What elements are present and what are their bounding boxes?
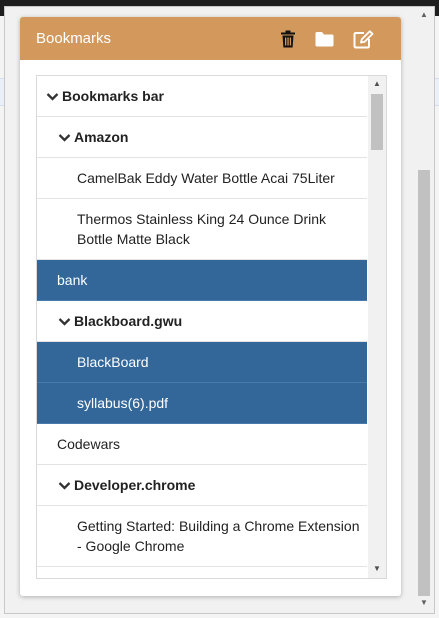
popup-scroll-up-icon[interactable]: ▲ [418, 10, 430, 20]
tree-bookmark-row[interactable]: Getting Started: Building a Chrome Exten… [37, 506, 367, 567]
bookmarks-panel: Bookmarks Bookmarks bar Amazon CamelBak … [20, 17, 401, 596]
chevron-down-icon[interactable] [58, 131, 71, 144]
tree-item-label: Getting Started: Building a Chrome Exten… [77, 518, 360, 554]
chevron-down-icon[interactable] [46, 90, 59, 103]
tree-bookmark-row[interactable]: syllabus(6).pdf [37, 383, 367, 424]
bookmark-list: Bookmarks bar Amazon CamelBak Eddy Water B… [37, 76, 367, 578]
panel-title: Bookmarks [36, 30, 112, 47]
tree-bookmark-row[interactable]: Codewars [37, 424, 367, 465]
tree-bookmark-row[interactable]: BlackBoard [37, 342, 367, 383]
tree-folder-row[interactable]: Amazon [37, 117, 367, 158]
trash-icon [281, 30, 295, 48]
new-folder-button[interactable] [313, 28, 335, 50]
tree-item-label: Bookmarks bar [62, 88, 164, 104]
chevron-down-icon[interactable] [58, 315, 71, 328]
panel-header: Bookmarks [20, 17, 401, 60]
chevron-down-icon[interactable] [58, 479, 71, 492]
popup-scroll-thumb[interactable] [418, 170, 430, 596]
tree-bookmark-row[interactable]: bank [37, 260, 367, 301]
tree-item-label: Developer.chrome [74, 477, 196, 493]
edit-button[interactable] [352, 28, 374, 50]
tree-item-label: BlackBoard [77, 354, 149, 370]
tree-folder-row[interactable]: Bookmarks bar [37, 76, 367, 117]
bookmark-tree: Bookmarks bar Amazon CamelBak Eddy Water B… [36, 75, 387, 579]
tree-scroll-down-icon[interactable]: ▼ [371, 564, 383, 574]
tree-scroll-thumb[interactable] [371, 94, 383, 150]
tree-folder-row[interactable]: Developer.chrome [37, 465, 367, 506]
tree-bookmark-row[interactable]: Thermos Stainless King 24 Ounce Drink Bo… [37, 199, 367, 260]
tree-item-label: bank [57, 272, 88, 288]
tree-item-label: Blackboard.gwu [74, 313, 183, 329]
tree-scrollbar[interactable]: ▲ ▼ [368, 76, 386, 578]
popup-scroll-down-icon[interactable]: ▼ [418, 598, 430, 608]
tree-bookmark-row[interactable]: CamelBak Eddy Water Bottle Acai 75Liter [37, 158, 367, 199]
tree-folder-row[interactable]: Blackboard.gwu [37, 301, 367, 342]
tree-item-label: syllabus(6).pdf [77, 395, 169, 411]
tree-item-label: Thermos Stainless King 24 Ounce Drink Bo… [77, 211, 326, 247]
tree-scroll-up-icon[interactable]: ▲ [371, 79, 383, 89]
folder-icon [315, 32, 333, 47]
tree-item-label: Amazon [74, 129, 129, 145]
tree-bookmark-row[interactable] [37, 567, 367, 578]
tree-item-label: CamelBak Eddy Water Bottle Acai 75Liter [77, 170, 335, 186]
tree-item-label: Codewars [57, 436, 121, 452]
edit-icon [353, 29, 373, 48]
delete-button[interactable] [277, 28, 299, 50]
